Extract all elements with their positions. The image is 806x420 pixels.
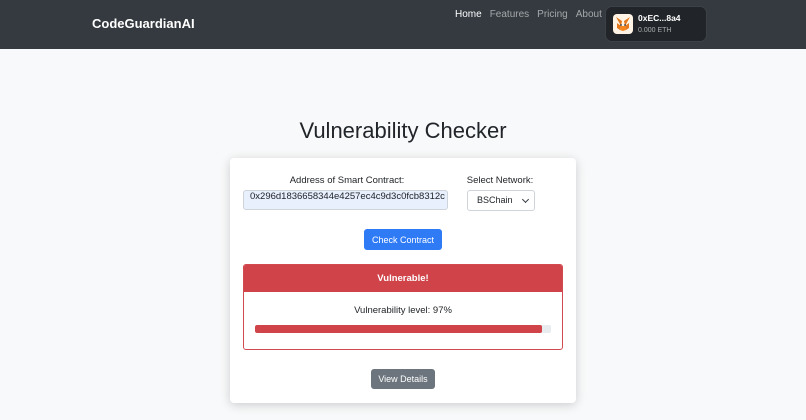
nav-link-pricing[interactable]: Pricing xyxy=(537,9,568,20)
nav-links: Home Features Pricing About xyxy=(455,9,610,20)
check-contract-button[interactable]: Check Contract xyxy=(364,229,442,250)
chevron-down-icon xyxy=(521,195,530,204)
wallet-balance: 0.000 ETH xyxy=(638,27,672,34)
address-label: Address of Smart Contract: xyxy=(289,175,405,186)
vulnerability-level-text: Vulnerability level: 97% xyxy=(354,305,452,316)
checker-card: Address of Smart Contract: Select Networ… xyxy=(230,158,576,403)
result-panel: Vulnerable! Vulnerability level: 97% xyxy=(243,264,563,350)
brand-logo-text[interactable]: CodeGuardianAI xyxy=(92,16,195,31)
top-navbar: CodeGuardianAI Home Features Pricing Abo… xyxy=(0,0,806,49)
nav-link-home[interactable]: Home xyxy=(455,9,482,20)
wallet-button[interactable]: 0xEC...8a4 0.000 ETH xyxy=(606,7,706,41)
vulnerability-progress-bar xyxy=(255,325,551,333)
wallet-address: 0xEC...8a4 xyxy=(638,13,681,23)
vulnerability-progress-fill xyxy=(255,325,543,333)
result-status-header: Vulnerable! xyxy=(244,265,562,292)
nav-link-about[interactable]: About xyxy=(576,9,602,20)
network-select-value: BSChain xyxy=(477,195,513,205)
metamask-fox-icon xyxy=(613,14,633,34)
contract-address-input[interactable]: 0x296d1836658344e4257ec4c9d3c0fcb8312c xyxy=(243,190,448,210)
view-details-button[interactable]: View Details xyxy=(371,369,435,389)
page-title: Vulnerability Checker xyxy=(299,118,507,143)
nav-link-features[interactable]: Features xyxy=(490,9,529,20)
network-select[interactable]: BSChain xyxy=(467,190,535,211)
network-label: Select Network: xyxy=(466,175,534,186)
